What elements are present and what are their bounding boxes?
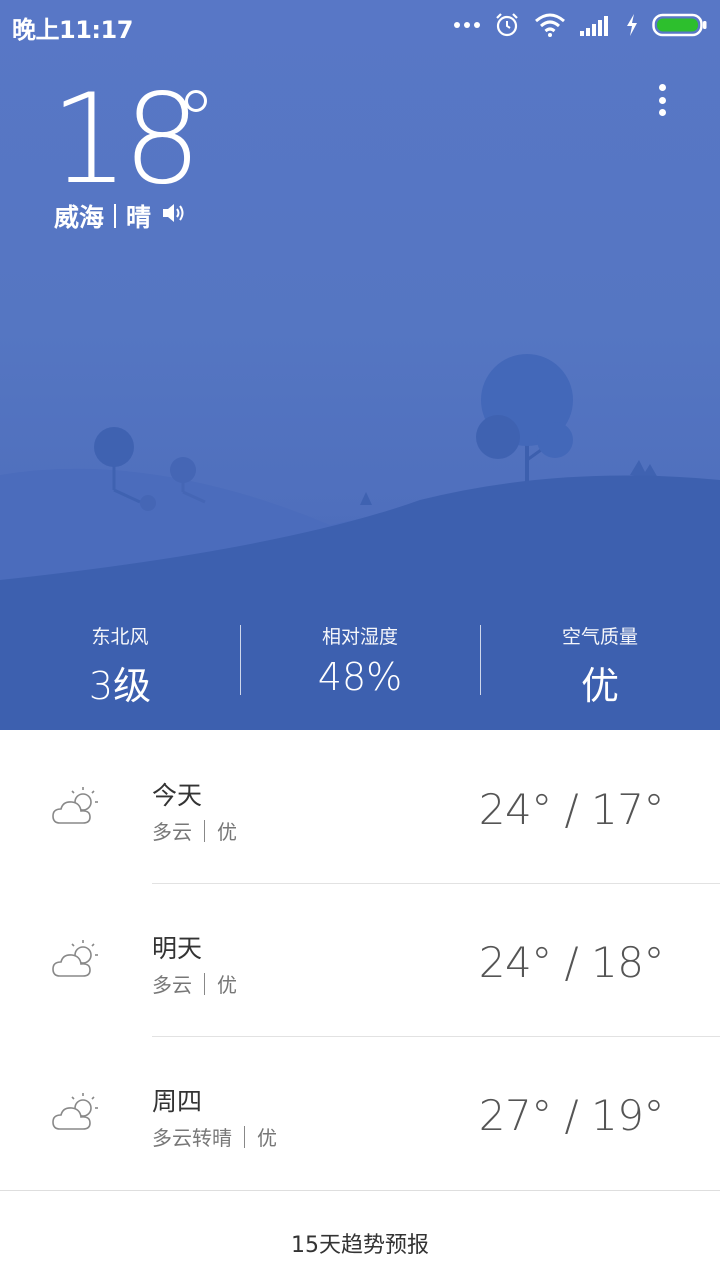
current-temperature: 18 (50, 78, 207, 202)
forecast-list: 今天 多云 优 24° / 17° 明天 多云 优 24° / 18° 周四 多… (0, 730, 720, 1189)
forecast-description: 多云转晴 优 (152, 1122, 277, 1151)
forecast-temperature: 24° / 18° (478, 938, 665, 987)
forecast-separator (204, 972, 205, 995)
menu-dot-icon (658, 109, 666, 116)
signal-icon (580, 14, 612, 36)
stat-label: 空气质量 (561, 626, 638, 648)
forecast-description: 多云 优 (152, 969, 237, 998)
stat-label: 东北风 (91, 626, 149, 648)
forecast-condition: 多云 (152, 973, 192, 997)
forecast-day: 周四 (152, 1087, 203, 1116)
battery-icon (652, 13, 708, 37)
current-condition: 晴 (126, 203, 152, 232)
forecast-temperature: 27° / 19° (478, 1091, 665, 1140)
stat-wind: 东北风 3级 (0, 600, 240, 710)
partly-cloudy-icon (50, 1091, 102, 1139)
menu-dot-icon (658, 96, 666, 104)
city-name[interactable]: 威海 (54, 198, 104, 234)
overflow-menu-button[interactable] (650, 80, 674, 120)
stat-label: 相对湿度 (321, 626, 398, 648)
more-dots-icon (454, 21, 480, 29)
weather-hero: 晚上11:17 18 威海 晴 东北风 3级 相对湿度 48% 空气质量 优 (0, 0, 720, 730)
forecast-condition: 多云转晴 (152, 1126, 232, 1150)
location-row: 威海 晴 (54, 198, 187, 234)
degree-symbol (185, 90, 207, 112)
forecast-aqi: 优 (257, 1126, 277, 1150)
status-time: 晚上11:17 (12, 16, 133, 44)
wifi-icon (534, 13, 566, 37)
menu-dot-icon (658, 84, 666, 91)
stat-value: 3级 (88, 664, 152, 708)
stat-air-quality[interactable]: 空气质量 优 (480, 600, 720, 710)
speaker-icon[interactable] (161, 201, 187, 231)
partly-cloudy-icon (50, 785, 102, 833)
forecast-row[interactable]: 明天 多云 优 24° / 18° (0, 883, 720, 1036)
forecast-day: 今天 (152, 781, 203, 810)
stat-humidity: 相对湿度 48% (240, 600, 480, 710)
forecast-day: 明天 (152, 934, 203, 963)
fifteen-day-forecast-button[interactable]: 15天趋势预报 (0, 1190, 720, 1280)
stat-value: 48% (317, 655, 403, 699)
forecast-description: 多云 优 (152, 816, 237, 845)
forecast-temperature: 24° / 17° (478, 785, 665, 834)
partly-cloudy-icon (50, 938, 102, 986)
forecast-row[interactable]: 今天 多云 优 24° / 17° (0, 730, 720, 883)
charging-icon (626, 14, 638, 36)
forecast-separator (244, 1125, 245, 1148)
status-icons (454, 10, 708, 40)
status-bar: 晚上11:17 (0, 0, 720, 50)
forecast-condition: 多云 (152, 820, 192, 844)
city-separator (114, 204, 117, 228)
stat-value: 优 (580, 664, 619, 708)
fifteen-day-forecast-label: 15天趋势预报 (291, 1233, 429, 1258)
forecast-aqi: 优 (217, 820, 237, 844)
weather-stats: 东北风 3级 相对湿度 48% 空气质量 优 (0, 600, 720, 710)
temperature-value: 18 (50, 68, 202, 212)
alarm-icon (494, 12, 520, 38)
forecast-separator (204, 819, 205, 842)
forecast-aqi: 优 (217, 973, 237, 997)
forecast-row[interactable]: 周四 多云转晴 优 27° / 19° (0, 1036, 720, 1189)
